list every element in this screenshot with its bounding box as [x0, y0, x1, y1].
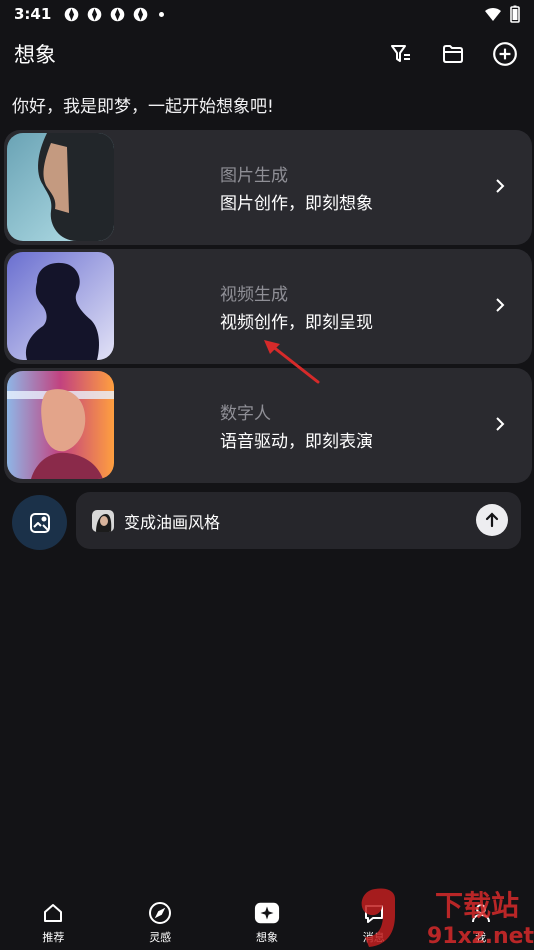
bottom-navigation: 推荐 灵感 想象 消息 我	[0, 892, 534, 950]
nav-item-messages[interactable]: 消息	[320, 892, 427, 950]
send-button[interactable]	[476, 504, 508, 536]
app-notification-icon	[65, 7, 79, 21]
status-notification-icons	[63, 6, 165, 23]
chevron-right-icon	[496, 179, 505, 193]
sparkle-icon	[254, 900, 280, 926]
status-right	[484, 5, 520, 23]
nav-label: 消息	[362, 931, 385, 944]
card-subtitle: 图片创作，即刻想象	[220, 194, 373, 214]
chevron-right-icon	[496, 298, 505, 312]
greeting-text: 你好，我是即梦，一起开始想象吧!	[12, 97, 274, 117]
status-bar: 3:41	[0, 0, 534, 28]
image-edit-button[interactable]	[12, 495, 67, 550]
annotation-arrow-icon	[264, 340, 320, 384]
compass-icon	[147, 900, 173, 926]
app-actions	[386, 39, 520, 69]
nav-item-inspiration[interactable]: 灵感	[107, 892, 214, 950]
arrow-up-icon	[485, 512, 499, 528]
add-circle-icon	[493, 42, 517, 66]
app-notification-icon	[111, 7, 125, 21]
wifi-icon	[485, 7, 501, 21]
card-title: 数字人	[220, 404, 271, 424]
battery-icon	[510, 5, 520, 23]
app-notification-icon	[134, 7, 148, 21]
filter-button[interactable]	[386, 39, 416, 69]
chevron-right-icon	[496, 417, 505, 431]
prompt-thumbnail	[92, 509, 114, 532]
image-generation-thumbnail	[7, 133, 114, 241]
nav-label: 推荐	[42, 931, 65, 944]
add-button[interactable]	[490, 39, 520, 69]
page-title: 想象	[14, 43, 56, 67]
nav-label: 我	[475, 931, 487, 944]
video-generation-thumbnail	[7, 252, 114, 360]
nav-item-recommend[interactable]: 推荐	[0, 892, 107, 950]
image-edit-icon	[29, 512, 50, 533]
nav-label: 想象	[255, 931, 278, 944]
prompt-row: 变成油画风格	[12, 492, 522, 550]
profile-icon	[468, 900, 494, 926]
app-notification-icon	[88, 7, 102, 21]
folder-icon	[443, 45, 463, 63]
card-title: 视频生成	[220, 285, 288, 305]
nav-item-imagine[interactable]: 想象	[214, 892, 321, 950]
card-image-generation[interactable]: 图片生成 图片创作，即刻想象	[4, 130, 532, 245]
prompt-input[interactable]: 变成油画风格	[76, 492, 521, 549]
nav-label: 灵感	[149, 931, 172, 944]
filter-icon	[391, 45, 410, 62]
card-title: 图片生成	[220, 166, 288, 186]
folder-button[interactable]	[438, 39, 468, 69]
message-icon	[361, 900, 387, 926]
card-subtitle: 视频创作，即刻呈现	[220, 313, 373, 333]
prompt-text: 变成油画风格	[124, 512, 221, 532]
nav-item-profile[interactable]: 我	[427, 892, 534, 950]
home-icon	[40, 900, 66, 926]
digital-human-thumbnail	[7, 371, 114, 479]
card-subtitle: 语音驱动，即刻表演	[220, 432, 373, 452]
more-dot-icon	[159, 11, 165, 17]
status-time: 3:41	[14, 5, 52, 23]
app-bar: 想象	[0, 32, 534, 76]
